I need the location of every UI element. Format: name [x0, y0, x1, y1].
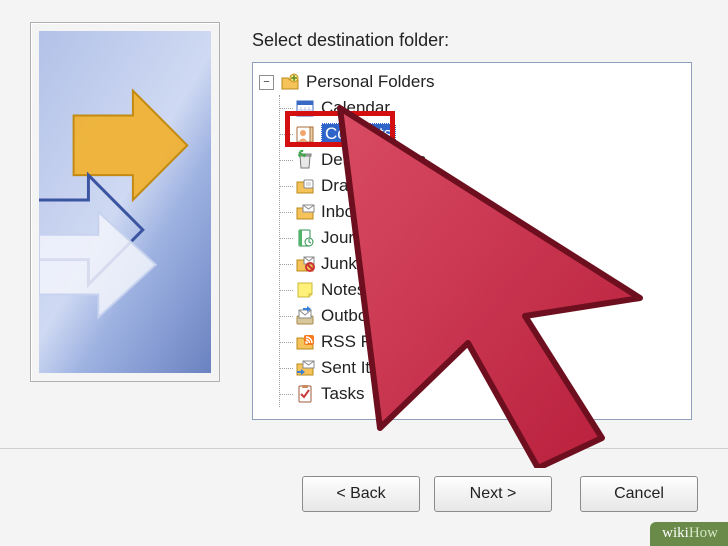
- tree-item-label: Drafts: [321, 176, 366, 196]
- tree-root-label: Personal Folders: [306, 72, 435, 92]
- collapse-icon[interactable]: −: [259, 75, 274, 90]
- tree-item-contacts[interactable]: Contacts: [259, 121, 689, 147]
- tree-item-label: RSS Feeds: [321, 332, 408, 352]
- rss-feeds-icon: [295, 332, 315, 352]
- tree-item-calendar[interactable]: Calendar: [259, 95, 689, 121]
- tree-item-inbox[interactable]: Inbox: [259, 199, 689, 225]
- tree-item-drafts[interactable]: Drafts: [259, 173, 689, 199]
- cancel-button[interactable]: Cancel: [580, 476, 698, 512]
- tree-item-label: Notes: [321, 280, 365, 300]
- tree-item-label: Outbox: [321, 306, 376, 326]
- junk-email-icon: [295, 254, 315, 274]
- button-row: < Back Next > Cancel: [0, 448, 728, 521]
- tree-item-junk-email[interactable]: Junk E-mail: [259, 251, 689, 277]
- tasks-icon: [295, 384, 315, 404]
- tree-item-deleted-items[interactable]: Deleted Items: [259, 147, 689, 173]
- outbox-icon: [295, 306, 315, 326]
- tree-item-label: Tasks: [321, 384, 364, 404]
- tree-item-label: Calendar: [321, 98, 390, 118]
- drafts-icon: [295, 176, 315, 196]
- folder-tree[interactable]: − Personal Folders: [252, 62, 692, 420]
- tree-item-label: Contacts: [321, 123, 396, 145]
- tree-item-tasks[interactable]: Tasks: [259, 381, 689, 407]
- tree-item-label: Journal: [321, 228, 377, 248]
- back-button[interactable]: < Back: [302, 476, 420, 512]
- wizard-side-panel: [30, 22, 220, 382]
- next-button[interactable]: Next >: [434, 476, 552, 512]
- tree-item-notes[interactable]: Notes: [259, 277, 689, 303]
- tree-root-personal-folders[interactable]: − Personal Folders: [259, 69, 689, 95]
- wikihow-watermark: wikiHow: [650, 522, 728, 546]
- tree-item-journal[interactable]: Journal: [259, 225, 689, 251]
- journal-icon: [295, 228, 315, 248]
- notes-icon: [295, 280, 315, 300]
- select-destination-label: Select destination folder:: [252, 30, 449, 51]
- inbox-icon: [295, 202, 315, 222]
- tree-item-label: Sent Items: [321, 358, 402, 378]
- contacts-icon: [295, 124, 315, 144]
- personal-folders-icon: [280, 72, 300, 92]
- tree-item-label: Junk E-mail: [321, 254, 410, 274]
- calendar-icon: [295, 98, 315, 118]
- tree-item-sent-items[interactable]: Sent Items: [259, 355, 689, 381]
- sent-items-icon: [295, 358, 315, 378]
- watermark-text-2: How: [689, 525, 718, 541]
- tree-item-rss-feeds[interactable]: RSS Feeds: [259, 329, 689, 355]
- tree-item-label: Inbox: [321, 202, 363, 222]
- wizard-dialog: Select destination folder: − Personal Fo…: [0, 0, 728, 546]
- tree-item-outbox[interactable]: Outbox: [259, 303, 689, 329]
- wizard-graphic: [39, 31, 211, 373]
- watermark-text-1: wiki: [662, 525, 689, 541]
- deleted-items-icon: [295, 150, 315, 170]
- tree-item-label: Deleted Items: [321, 150, 426, 170]
